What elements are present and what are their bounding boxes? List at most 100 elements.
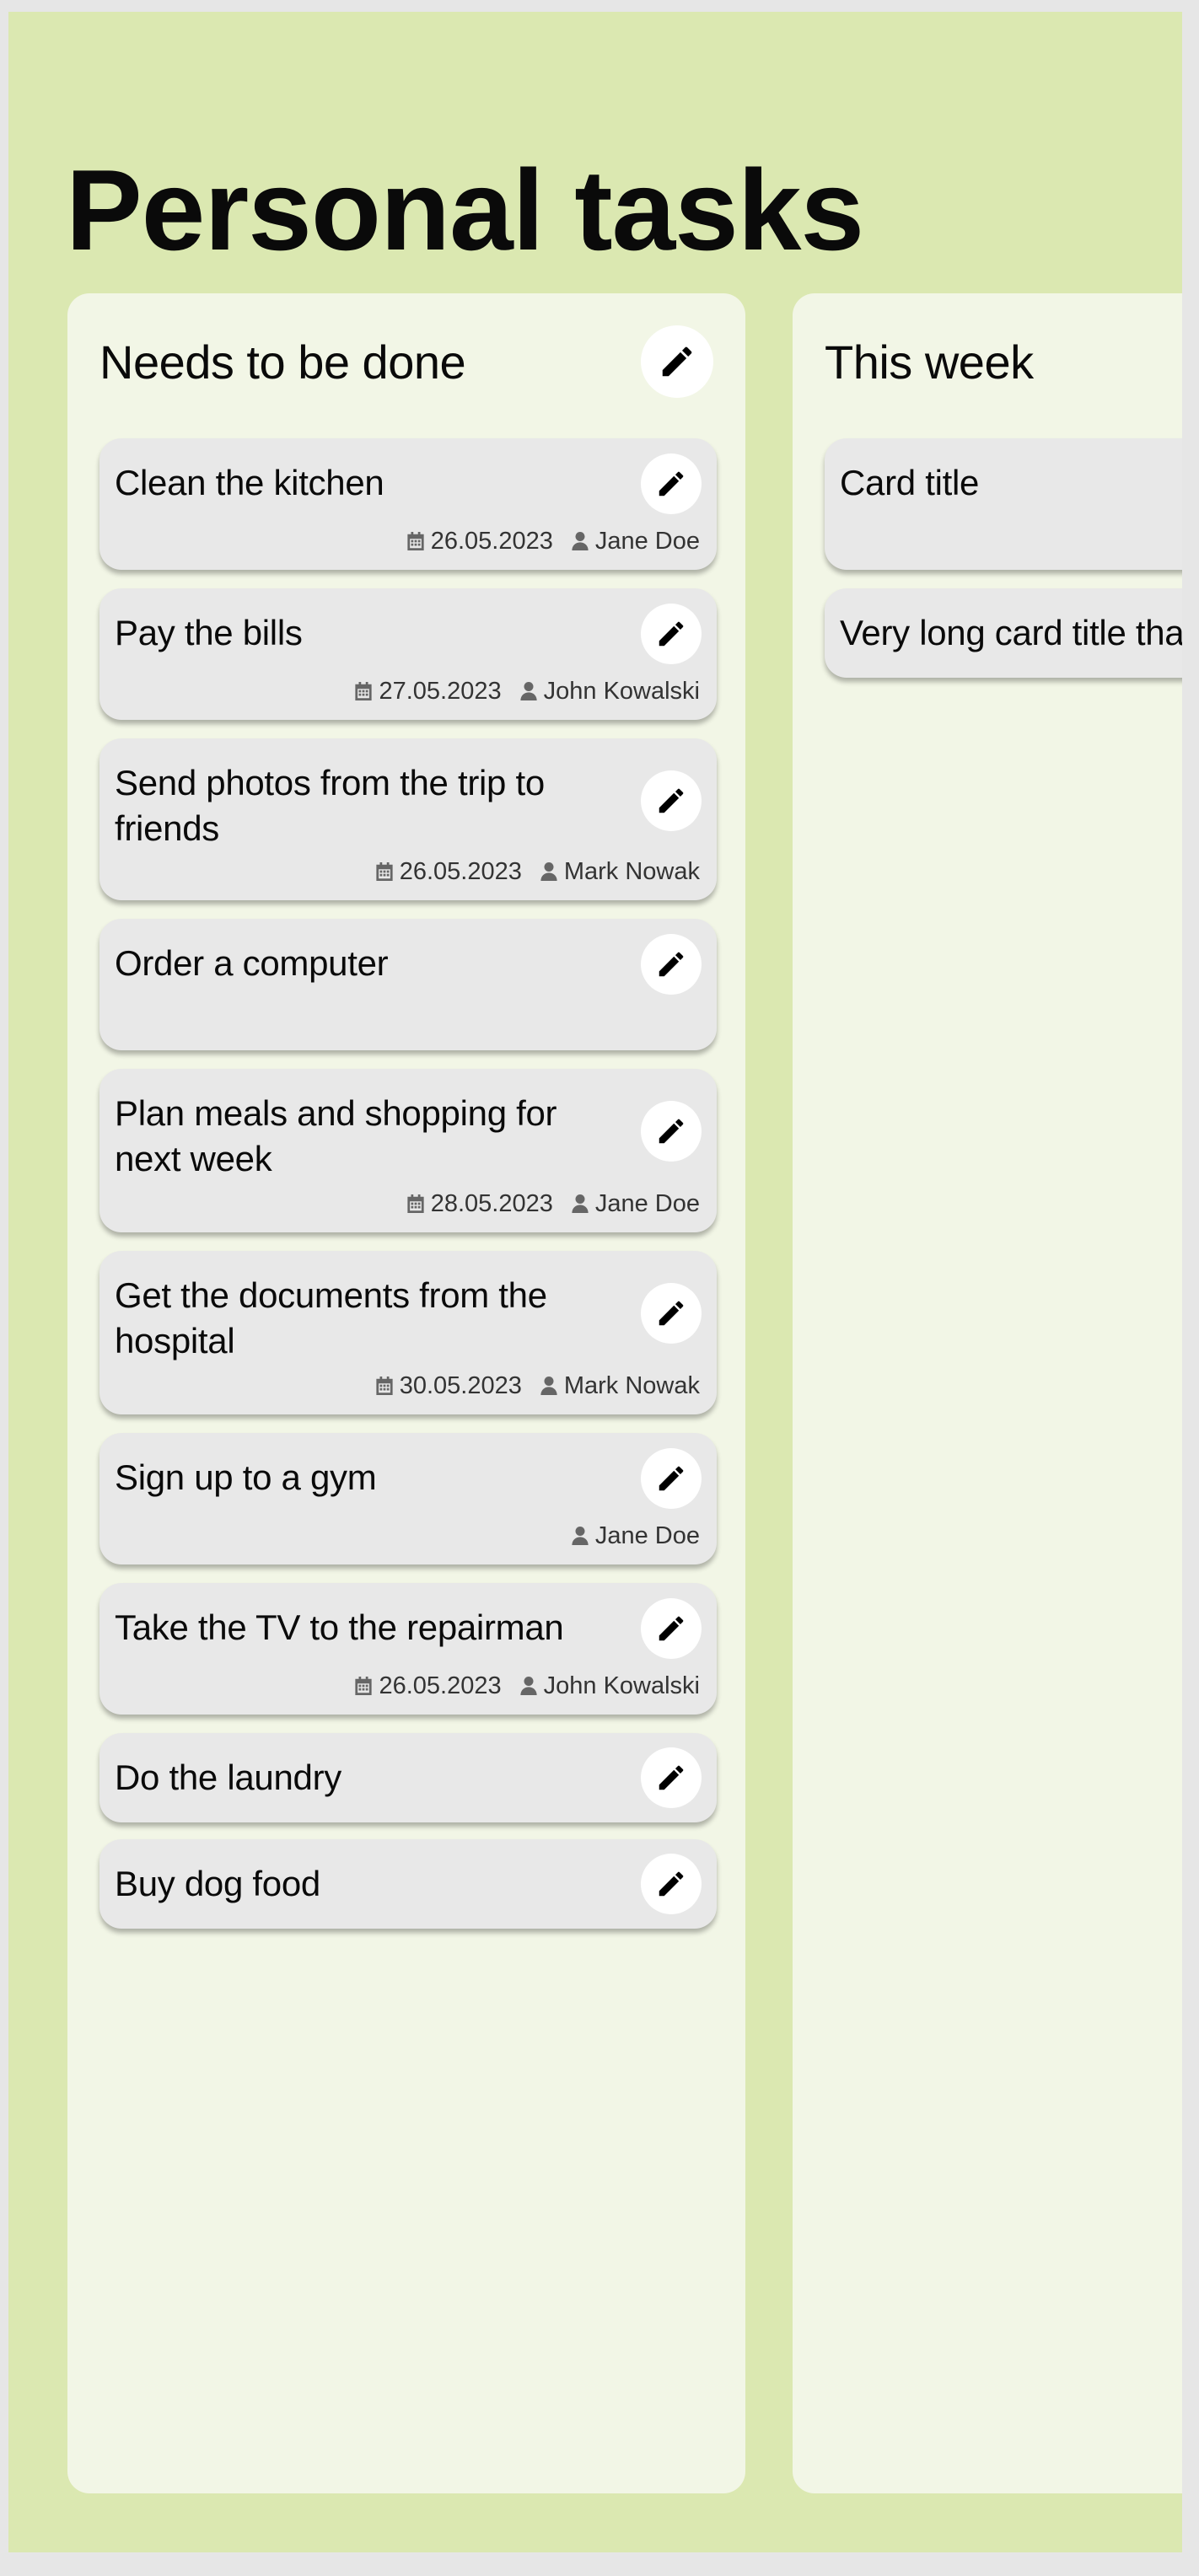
card-assignee-text: John Kowalski bbox=[543, 1672, 700, 1699]
task-card[interactable]: Send photos from the trip to friends 26.… bbox=[99, 738, 717, 900]
task-card[interactable]: Plan meals and shopping for next week 28… bbox=[99, 1069, 717, 1232]
card-date-text: 30.05.2023 bbox=[399, 1372, 522, 1399]
column-title: Needs to be done bbox=[99, 335, 466, 389]
card-date: 28.05.2023 bbox=[407, 1189, 553, 1219]
card-assignee: John Kowalski bbox=[520, 676, 700, 706]
task-card[interactable]: Clean the kitchen 26.05.2023 Jane Doe bbox=[99, 438, 717, 570]
card-meta: 26.05.2023 Mark Nowak bbox=[376, 856, 700, 887]
edit-card-button[interactable] bbox=[641, 604, 702, 664]
pencil-icon bbox=[659, 788, 684, 813]
edit-column-button[interactable] bbox=[641, 325, 713, 398]
edit-card-button[interactable] bbox=[641, 1283, 702, 1344]
card-meta: 26.05.2023 Jane Doe bbox=[407, 526, 700, 556]
card-date: 26.05.2023 bbox=[355, 1671, 502, 1701]
column-header: Needs to be done bbox=[99, 325, 713, 400]
task-card[interactable]: Pay the bills 27.05.2023 John Kowalski bbox=[99, 588, 717, 720]
card-date: 26.05.2023 bbox=[407, 526, 553, 556]
card-date-text: 27.05.2023 bbox=[379, 678, 502, 705]
calendar-icon bbox=[376, 1377, 393, 1395]
column-needs-to-be-done: Needs to be done Clean the kitchen 26.05… bbox=[67, 293, 745, 2493]
task-card[interactable]: Get the documents from the hospital 30.0… bbox=[99, 1251, 717, 1414]
card-meta: 27.05.2023 John Kowalski bbox=[355, 676, 700, 706]
card-title: Order a computer bbox=[115, 943, 389, 983]
card-date-text: 26.05.2023 bbox=[379, 1672, 502, 1699]
pencil-icon bbox=[659, 471, 684, 496]
column-title: This week bbox=[825, 335, 1034, 389]
card-title: Send photos from the trip to friends bbox=[115, 763, 545, 848]
card-title: Card title bbox=[840, 463, 980, 502]
card-assignee: Mark Nowak bbox=[540, 856, 700, 887]
pencil-icon bbox=[659, 1616, 684, 1641]
card-title: Get the documents from the hospital bbox=[115, 1275, 547, 1360]
page-title: Personal tasks bbox=[66, 146, 864, 274]
pencil-icon bbox=[659, 952, 684, 977]
pencil-icon bbox=[659, 1765, 684, 1790]
pencil-icon bbox=[659, 1466, 684, 1491]
card-assignee: Mark Nowak bbox=[540, 1371, 700, 1401]
card-assignee-text: Mark Nowak bbox=[563, 1372, 700, 1399]
card-meta: Jane Doe bbox=[572, 1521, 700, 1551]
task-card[interactable]: Do the laundry bbox=[99, 1733, 717, 1822]
pencil-icon bbox=[659, 621, 684, 647]
card-assignee: John Kowalski bbox=[520, 1671, 700, 1701]
user-icon bbox=[520, 682, 537, 700]
card-assignee-text: Jane Doe bbox=[594, 1522, 700, 1549]
card-assignee: Jane Doe bbox=[572, 526, 700, 556]
task-card[interactable]: Buy dog food bbox=[99, 1839, 717, 1929]
user-icon bbox=[540, 1377, 557, 1395]
edit-card-button[interactable] bbox=[641, 770, 702, 831]
user-icon bbox=[572, 1527, 589, 1545]
column-this-week: This week Card title Very long card titl… bbox=[793, 293, 1182, 2493]
card-assignee-text: Jane Doe bbox=[594, 1190, 700, 1217]
calendar-icon bbox=[355, 1677, 373, 1695]
pencil-icon bbox=[659, 1301, 684, 1326]
card-date-text: 28.05.2023 bbox=[430, 1190, 553, 1217]
card-assignee-text: Jane Doe bbox=[594, 528, 700, 555]
card-assignee-text: John Kowalski bbox=[543, 678, 700, 705]
task-card[interactable]: Take the TV to the repairman 26.05.2023 … bbox=[99, 1583, 717, 1715]
card-date-text: 26.05.2023 bbox=[430, 528, 553, 555]
card-meta: 30.05.2023 Mark Nowak bbox=[376, 1371, 700, 1401]
user-icon bbox=[520, 1677, 537, 1695]
card-date: 26.05.2023 bbox=[376, 856, 522, 887]
calendar-icon bbox=[407, 1194, 424, 1213]
edit-card-button[interactable] bbox=[641, 1448, 702, 1509]
pencil-icon bbox=[662, 346, 692, 377]
card-title: Do the laundry bbox=[115, 1758, 341, 1797]
card-title: Sign up to a gym bbox=[115, 1457, 377, 1497]
user-icon bbox=[540, 862, 557, 881]
card-title: Buy dog food bbox=[115, 1864, 320, 1903]
edit-card-button[interactable] bbox=[641, 453, 702, 514]
card-date: 27.05.2023 bbox=[355, 676, 502, 706]
card-assignee: Jane Doe bbox=[572, 1521, 700, 1551]
task-card[interactable]: Card title bbox=[825, 438, 1182, 570]
task-card[interactable]: Order a computer bbox=[99, 919, 717, 1050]
calendar-icon bbox=[407, 532, 424, 550]
card-title: Clean the kitchen bbox=[115, 463, 384, 502]
card-title: Plan meals and shopping for next week bbox=[115, 1093, 557, 1178]
user-icon bbox=[572, 1194, 589, 1213]
pencil-icon bbox=[659, 1119, 684, 1144]
card-meta: 28.05.2023 Jane Doe bbox=[407, 1189, 700, 1219]
calendar-icon bbox=[376, 862, 393, 881]
edit-card-button[interactable] bbox=[641, 934, 702, 995]
card-assignee: Jane Doe bbox=[572, 1189, 700, 1219]
task-card[interactable]: Very long card title tha bbox=[825, 588, 1182, 678]
card-date-text: 26.05.2023 bbox=[399, 858, 522, 885]
calendar-icon bbox=[355, 682, 373, 700]
board: Personal tasks Needs to be done Clean th… bbox=[8, 12, 1182, 2552]
pencil-icon bbox=[659, 1871, 684, 1897]
card-title: Pay the bills bbox=[115, 613, 303, 652]
column-header: This week bbox=[825, 325, 1182, 400]
card-title: Very long card title tha bbox=[840, 613, 1182, 652]
edit-card-button[interactable] bbox=[641, 1101, 702, 1162]
edit-card-button[interactable] bbox=[641, 1598, 702, 1659]
card-meta: 26.05.2023 John Kowalski bbox=[355, 1671, 700, 1701]
card-date: 30.05.2023 bbox=[376, 1371, 522, 1401]
edit-card-button[interactable] bbox=[641, 1854, 702, 1914]
edit-card-button[interactable] bbox=[641, 1747, 702, 1808]
task-card[interactable]: Sign up to a gym Jane Doe bbox=[99, 1433, 717, 1564]
card-title: Take the TV to the repairman bbox=[115, 1607, 564, 1647]
card-assignee-text: Mark Nowak bbox=[563, 858, 700, 885]
user-icon bbox=[572, 532, 589, 550]
